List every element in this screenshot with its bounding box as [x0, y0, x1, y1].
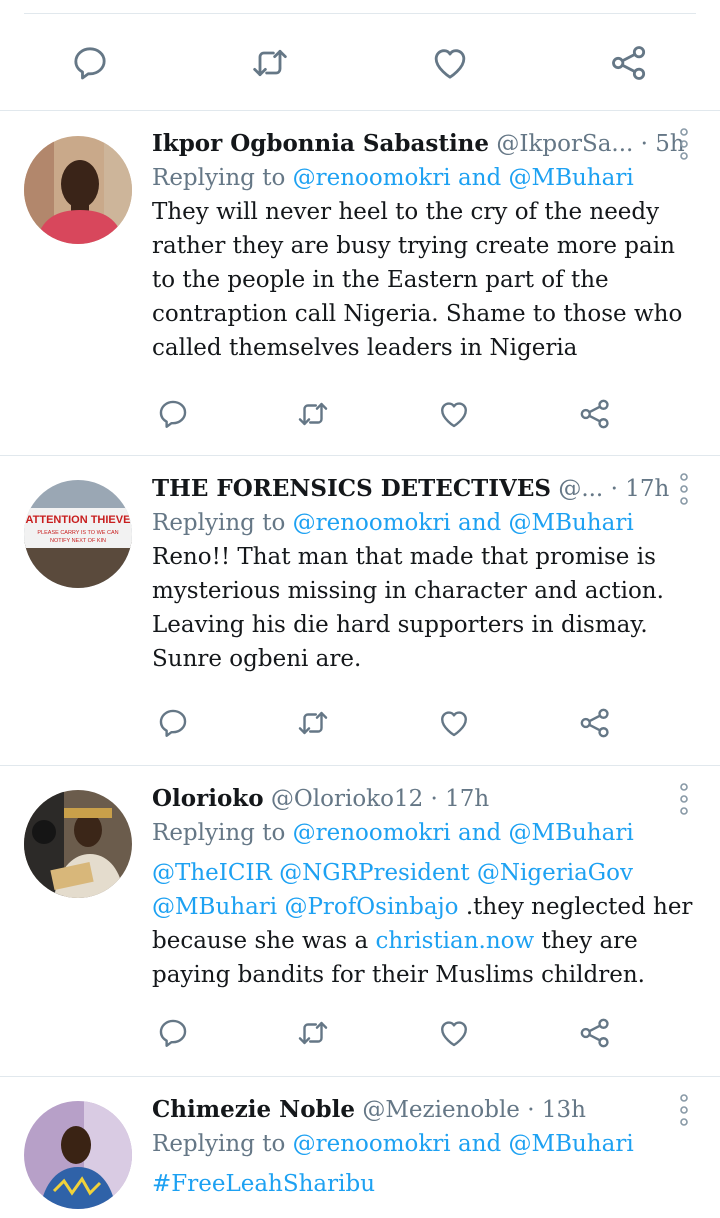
tweet-header: THE FORENSICS DETECTIVES @... · 17h [152, 472, 696, 506]
replying-to: Replying to @renoomokri and @MBuhari [152, 816, 696, 850]
tweet-header: Chimezie Noble @Mezienoble · 13h [152, 1093, 696, 1127]
more-icon[interactable] [678, 472, 690, 506]
avatar-sign-text: ATTENTION THIEVE [26, 514, 131, 526]
share-icon[interactable] [578, 706, 612, 740]
tweet-actions [152, 1016, 696, 1052]
tweet[interactable]: ATTENTION THIEVE PLEASE CARRY IS TO WE C… [0, 456, 720, 766]
tweet-header: Ikpor Ogbonnia Sabastine @IkporSa... · 5… [152, 127, 696, 161]
replying-to: Replying to @renoomokri and @MBuhari [152, 1127, 696, 1161]
like-icon[interactable] [437, 397, 471, 431]
reply-icon[interactable] [156, 706, 190, 740]
separator-dot: · [640, 131, 648, 157]
retweet-icon[interactable] [296, 1016, 330, 1050]
replying-prefix: Replying to [152, 1131, 286, 1157]
tweet-header: Olorioko @Olorioko12 · 17h [152, 782, 696, 816]
timestamp[interactable]: 17h [625, 476, 669, 502]
tweet-text: @TheICIR @NGRPresident @NigeriaGov @MBuh… [152, 856, 696, 992]
avatar-sign-text: NOTIFY NEXT OF KIN [50, 538, 106, 544]
replying-prefix: Replying to [152, 165, 286, 191]
like-icon[interactable] [430, 43, 470, 83]
avatar[interactable] [24, 136, 132, 244]
avatar[interactable] [24, 1101, 132, 1209]
share-icon[interactable] [578, 397, 612, 431]
tweet[interactable]: Ikpor Ogbonnia Sabastine @IkporSa... · 5… [0, 111, 720, 456]
separator-dot: · [527, 1097, 535, 1123]
tweet-text: #FreeLeahSharibu [152, 1167, 696, 1201]
mention-links[interactable]: @TheICIR @NGRPresident @NigeriaGov [152, 860, 633, 886]
author-handle[interactable]: @IkporSa... [496, 131, 633, 157]
author-name[interactable]: Ikpor Ogbonnia Sabastine [152, 130, 489, 157]
tweet-actions [152, 706, 696, 742]
reply-icon[interactable] [156, 397, 190, 431]
timestamp[interactable]: 17h [445, 786, 489, 812]
tweet-actions [152, 397, 696, 433]
like-icon[interactable] [437, 706, 471, 740]
author-name[interactable]: Olorioko [152, 785, 264, 812]
more-icon[interactable] [678, 1093, 690, 1127]
separator-dot: · [610, 476, 618, 502]
replying-mentions[interactable]: @renoomokri and @MBuhari [293, 820, 634, 846]
author-handle[interactable]: @... [558, 476, 603, 502]
retweet-icon[interactable] [296, 397, 330, 431]
divider [24, 13, 696, 14]
author-handle[interactable]: @Mezienoble [362, 1097, 520, 1123]
replying-to: Replying to @renoomokri and @MBuhari [152, 506, 696, 540]
share-icon[interactable] [578, 1016, 612, 1050]
author-name[interactable]: Chimezie Noble [152, 1096, 355, 1123]
reply-icon[interactable] [70, 43, 110, 83]
reply-icon[interactable] [156, 1016, 190, 1050]
share-icon[interactable] [609, 43, 649, 83]
author-handle[interactable]: @Olorioko12 [271, 786, 423, 812]
tweet-text: They will never heel to the cry of the n… [152, 199, 683, 361]
separator-dot: · [430, 786, 438, 812]
replying-prefix: Replying to [152, 510, 286, 536]
replying-mentions[interactable]: @renoomokri and @MBuhari [293, 1131, 634, 1157]
avatar[interactable]: ATTENTION THIEVE PLEASE CARRY IS TO WE C… [24, 480, 132, 588]
more-icon[interactable] [678, 127, 690, 161]
like-icon[interactable] [437, 1016, 471, 1050]
previous-tweet-actions [0, 0, 720, 111]
retweet-icon[interactable] [296, 706, 330, 740]
author-name[interactable]: THE FORENSICS DETECTIVES [152, 475, 551, 502]
url-link[interactable]: christian.now [376, 928, 535, 954]
replying-prefix: Replying to [152, 820, 286, 846]
tweet-text: Reno!! That man that made that promise i… [152, 544, 664, 672]
timestamp[interactable]: 13h [542, 1097, 586, 1123]
replying-mentions[interactable]: @renoomokri and @MBuhari [293, 510, 634, 536]
retweet-icon[interactable] [250, 43, 290, 83]
tweet[interactable]: Olorioko @Olorioko12 · 17h Replying to @… [0, 766, 720, 1077]
mention-links[interactable]: @MBuhari @ProfOsinbajo [152, 894, 459, 920]
avatar-sign-text: PLEASE CARRY IS TO WE CAN [37, 530, 118, 536]
replying-mentions[interactable]: @renoomokri and @MBuhari [293, 165, 634, 191]
hashtag-link[interactable]: #FreeLeahSharibu [152, 1171, 375, 1197]
more-icon[interactable] [678, 782, 690, 816]
avatar[interactable] [24, 790, 132, 898]
replying-to: Replying to @renoomokri and @MBuhari [152, 161, 696, 195]
tweet[interactable]: Chimezie Noble @Mezienoble · 13h Replyin… [0, 1077, 720, 1217]
